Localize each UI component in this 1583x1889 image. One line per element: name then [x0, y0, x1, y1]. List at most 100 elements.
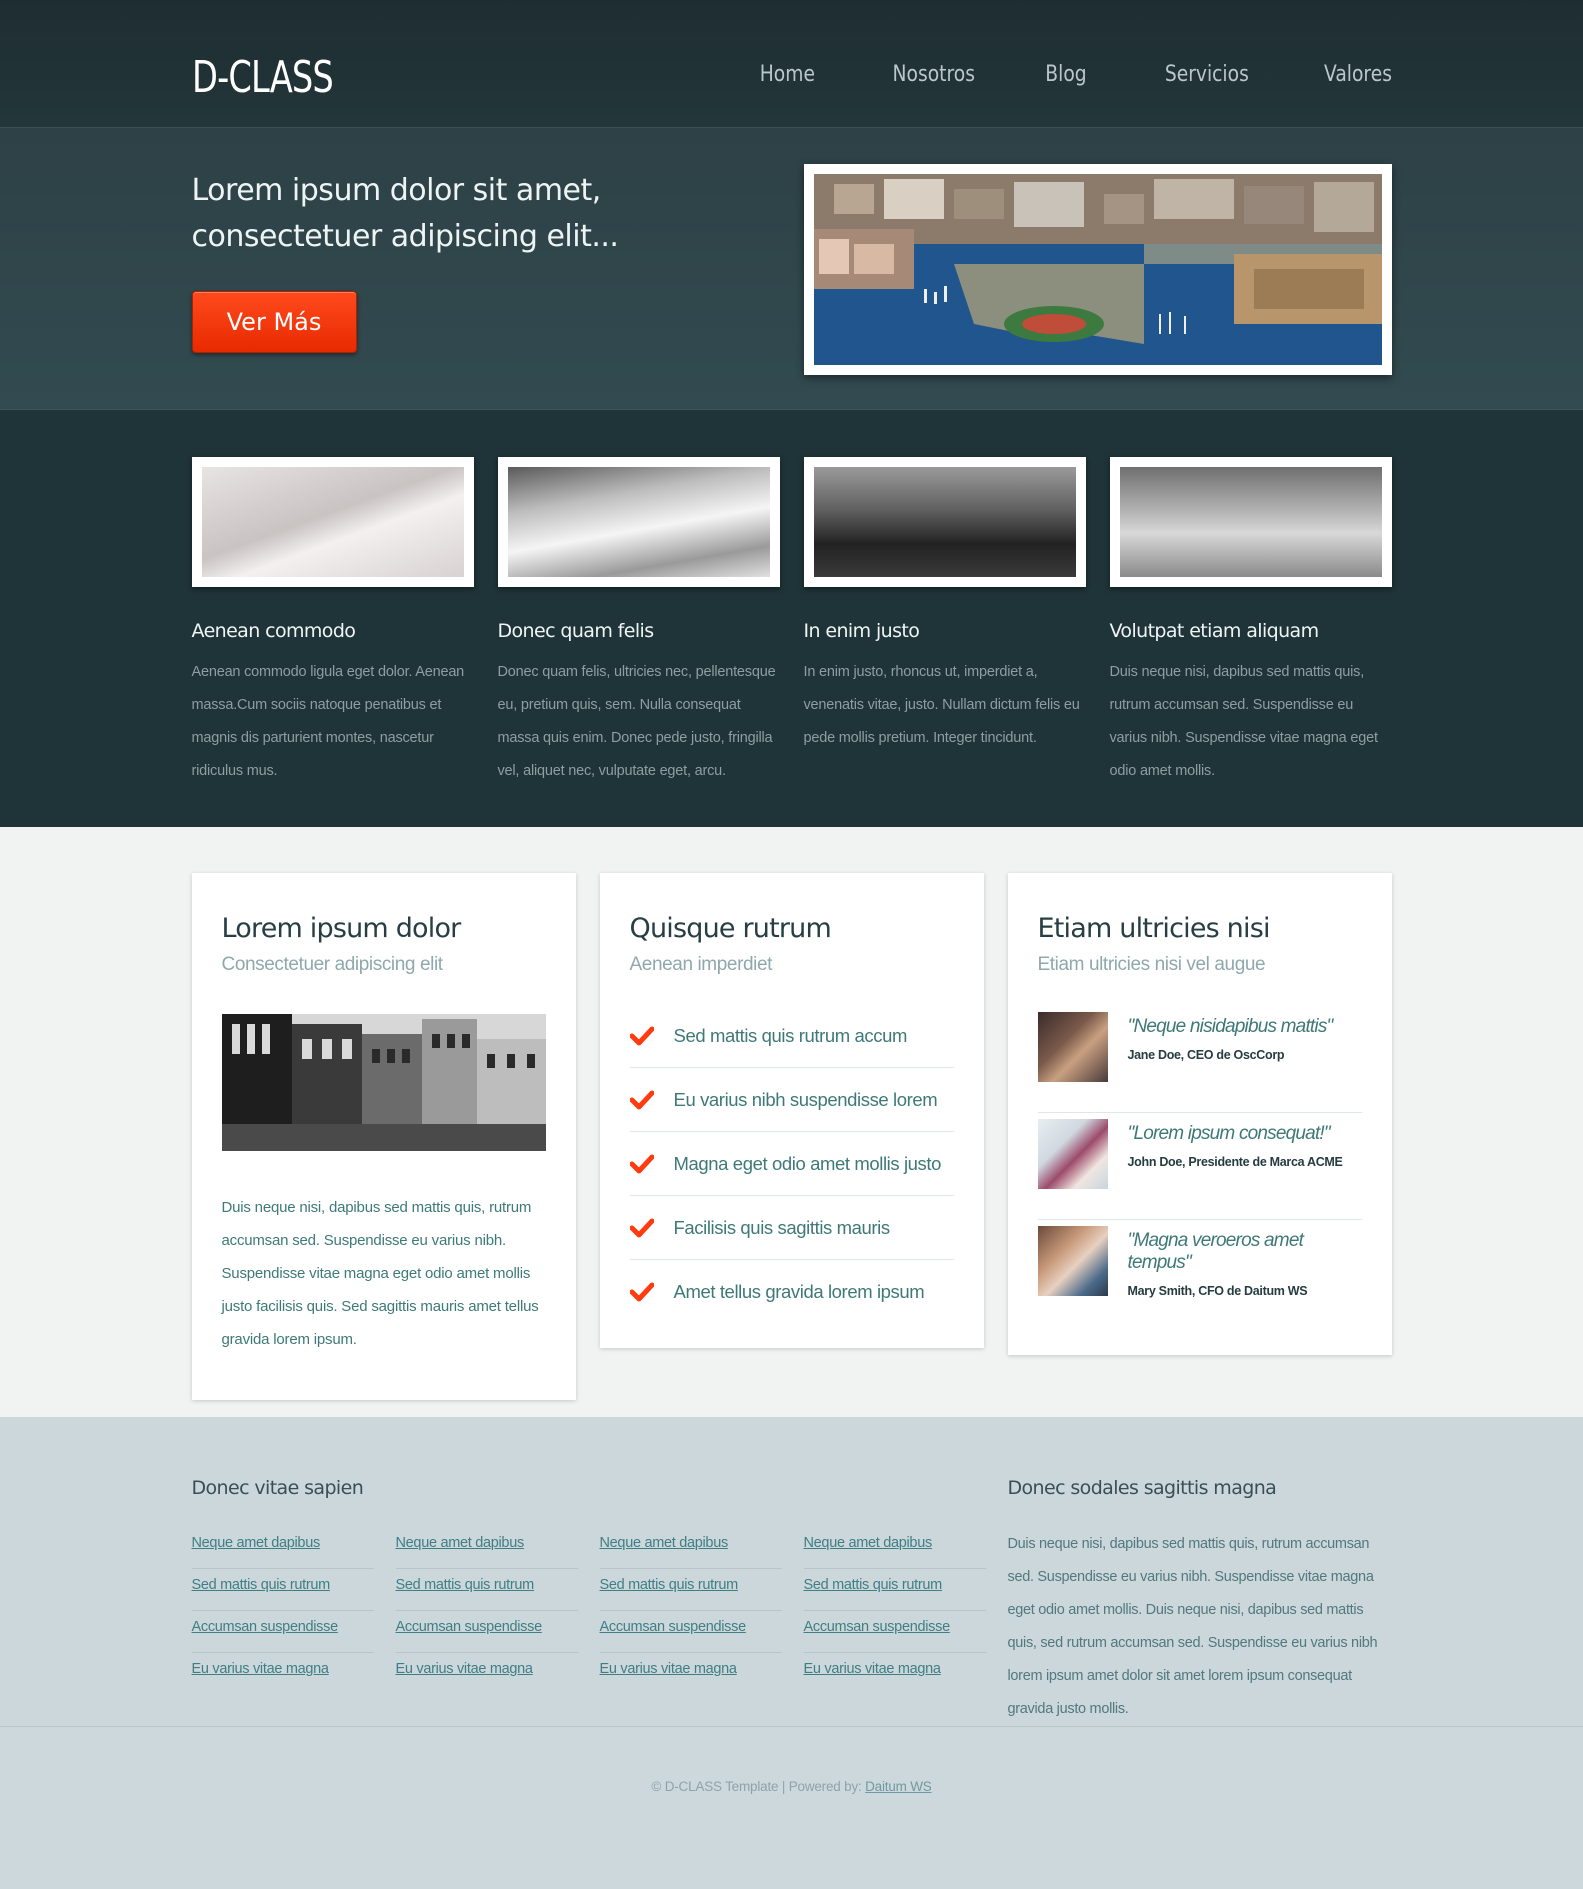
footer-link-column: Neque amet dapibus Sed mattis quis rutru…: [599, 1527, 782, 1695]
footer-link[interactable]: Sed mattis quis rutrum: [599, 1569, 782, 1611]
check-icon: [629, 1282, 654, 1302]
hero-title: Lorem ipsum dolor sit amet, consectetuer…: [191, 173, 619, 254]
footer-link[interactable]: Sed mattis quis rutrum: [191, 1569, 374, 1611]
classroom-photo: [813, 467, 1076, 577]
footer-link[interactable]: Neque amet dapibus: [803, 1527, 986, 1569]
checklist-item: Amet tellus gravida lorem ipsum: [629, 1260, 954, 1324]
feature-thumbnail[interactable]: [497, 457, 780, 587]
nav-servicios[interactable]: Servicios: [1165, 62, 1249, 87]
card-title: Etiam ultricies nisi: [1037, 913, 1271, 944]
card-text: Duis neque nisi, dapibus sed mattis quis…: [221, 1199, 539, 1348]
feature-thumbnail[interactable]: [191, 457, 474, 587]
copyright-text: © D-CLASS Template | Powered by:: [651, 1779, 862, 1794]
feature-title[interactable]: Aenean commodo: [192, 620, 474, 642]
card-title: Quisque rutrum: [629, 913, 832, 944]
testimonial: "Lorem ipsum consequat!" John Doe, Presi…: [1037, 1113, 1362, 1220]
footer-links-heading: Donec vitae sapien: [191, 1477, 364, 1499]
footer-link[interactable]: Eu varius vitae magna: [600, 1653, 782, 1695]
footer-link-column: Neque amet dapibus Sed mattis quis rutru…: [191, 1527, 374, 1695]
footer-link[interactable]: Accumsan suspendisse: [803, 1611, 986, 1653]
testimonials: "Neque nisidapibus mattis" Jane Doe, CEO…: [1037, 1006, 1362, 1327]
site-footer: Donec vitae sapien Neque amet dapibus Se…: [0, 1417, 1583, 1727]
footer-link[interactable]: Accumsan suspendisse: [191, 1611, 374, 1653]
card-etiam-ultricies: Etiam ultricies nisi Etiam ultricies nis…: [1007, 873, 1392, 1355]
avatar: [1037, 1226, 1108, 1296]
footer-link[interactable]: Neque amet dapibus: [599, 1527, 782, 1569]
main-nav: Home Nosotros Blog Servicios Valores: [687, 62, 1392, 87]
hero-section: Lorem ipsum dolor sit amet, consectetuer…: [0, 128, 1583, 410]
footer-about-heading: Donec sodales sagittis magna: [1007, 1477, 1277, 1499]
card-title: Lorem ipsum dolor: [221, 913, 462, 944]
feature-title[interactable]: Volutpat etiam aliquam: [1110, 620, 1392, 642]
check-icon: [629, 1154, 654, 1173]
footer-link[interactable]: Accumsan suspendisse: [599, 1611, 782, 1653]
checklist-item: Eu varius nibh suspendisse lorem: [629, 1068, 954, 1132]
card-subtitle: Aenean imperdiet: [629, 954, 773, 975]
checklist-label: Eu varius nibh suspendisse lorem: [673, 1088, 938, 1110]
checklist-label: Amet tellus gravida lorem ipsum: [673, 1281, 925, 1302]
paper-stack-photo: [201, 467, 464, 577]
harbor-illustration: [813, 174, 1382, 365]
feature-item: Volutpat etiam aliquam Duis neque nisi, …: [1109, 457, 1392, 788]
feature-thumbnail[interactable]: [803, 457, 1086, 587]
feature-text: In enim justo, rhoncus ut, imperdiet a, …: [803, 664, 1080, 746]
checklist-item: Facilisis quis sagittis mauris: [629, 1196, 954, 1260]
nav-nosotros[interactable]: Nosotros: [893, 62, 975, 87]
checklist-item: Magna eget odio amet mollis justo: [629, 1132, 954, 1196]
testimonial-author: Jane Doe, CEO de OscCorp: [1127, 1048, 1285, 1062]
feature-title[interactable]: Donec quam felis: [498, 620, 780, 642]
testimonial-quote: "Magna veroeros amet tempus": [1127, 1230, 1304, 1273]
check-icon: [629, 1090, 654, 1109]
testimonial-quote: "Lorem ipsum consequat!": [1127, 1123, 1331, 1144]
testimonial: "Neque nisidapibus mattis" Jane Doe, CEO…: [1037, 1006, 1362, 1113]
testimonial-author: John Doe, Presidente de Marca ACME: [1127, 1155, 1343, 1169]
footer-link[interactable]: Sed mattis quis rutrum: [395, 1569, 578, 1611]
feature-item: Aenean commodo Aenean commodo ligula ege…: [191, 457, 474, 788]
check-icon: [629, 1218, 654, 1237]
check-icon: [629, 1026, 654, 1045]
footer-link-column: Neque amet dapibus Sed mattis quis rutru…: [803, 1527, 986, 1695]
checklist-label: Sed mattis quis rutrum accum: [673, 1024, 908, 1046]
footer-link[interactable]: Eu varius vitae magna: [396, 1653, 578, 1695]
footer-link[interactable]: Accumsan suspendisse: [395, 1611, 578, 1653]
copyright: © D-CLASS Template | Powered by: Daitum …: [192, 1727, 1392, 1794]
footer-link-column: Neque amet dapibus Sed mattis quis rutru…: [395, 1527, 578, 1695]
bottom-bar: © D-CLASS Template | Powered by: Daitum …: [0, 1727, 1583, 1889]
footer-about-text: Duis neque nisi, dapibus sed mattis quis…: [1007, 1536, 1378, 1717]
hero-image-frame: [803, 164, 1392, 375]
footer-link[interactable]: Sed mattis quis rutrum: [803, 1569, 986, 1611]
harbor-city-photo: [813, 174, 1382, 365]
powered-by-link[interactable]: Daitum WS: [865, 1779, 932, 1794]
features-section: Aenean commodo Aenean commodo ligula ege…: [0, 410, 1583, 827]
newspapers-photo: [507, 467, 770, 577]
buildings-illustration: [221, 1014, 546, 1151]
card-lorem-ipsum: Lorem ipsum dolor Consectetuer adipiscin…: [191, 873, 576, 1400]
buildings-photo: [221, 1014, 546, 1151]
avatar: [1037, 1119, 1108, 1189]
karate-class-photo: [1119, 467, 1382, 577]
logo[interactable]: D-CLASS: [192, 52, 334, 103]
card-quisque-rutrum: Quisque rutrum Aenean imperdiet Sed matt…: [599, 873, 984, 1348]
footer-link[interactable]: Neque amet dapibus: [191, 1527, 374, 1569]
checklist-item: Sed mattis quis rutrum accum: [629, 1004, 954, 1068]
nav-valores[interactable]: Valores: [1324, 62, 1392, 87]
footer-link[interactable]: Neque amet dapibus: [395, 1527, 578, 1569]
feature-thumbnail[interactable]: [1109, 457, 1392, 587]
checklist: Sed mattis quis rutrum accum Eu varius n…: [629, 1004, 954, 1324]
feature-text: Donec quam felis, ultricies nec, pellent…: [497, 664, 776, 779]
footer-link[interactable]: Eu varius vitae magna: [804, 1653, 986, 1695]
feature-text: Aenean commodo ligula eget dolor. Aenean…: [191, 664, 465, 779]
feature-item: In enim justo In enim justo, rhoncus ut,…: [803, 457, 1086, 755]
nav-home[interactable]: Home: [760, 62, 815, 87]
cards-section: Lorem ipsum dolor Consectetuer adipiscin…: [0, 827, 1583, 1417]
feature-item: Donec quam felis Donec quam felis, ultri…: [497, 457, 780, 788]
avatar: [1037, 1012, 1108, 1082]
footer-link[interactable]: Eu varius vitae magna: [192, 1653, 374, 1695]
testimonial-quote: "Neque nisidapibus mattis": [1127, 1016, 1334, 1037]
nav-blog[interactable]: Blog: [1045, 62, 1086, 87]
testimonial-author: Mary Smith, CFO de Daitum WS: [1127, 1284, 1308, 1298]
feature-title[interactable]: In enim justo: [804, 620, 1086, 642]
checklist-label: Magna eget odio amet mollis justo: [673, 1152, 942, 1174]
ver-mas-button[interactable]: Ver Más: [191, 291, 357, 353]
card-subtitle: Etiam ultricies nisi vel augue: [1037, 954, 1266, 975]
